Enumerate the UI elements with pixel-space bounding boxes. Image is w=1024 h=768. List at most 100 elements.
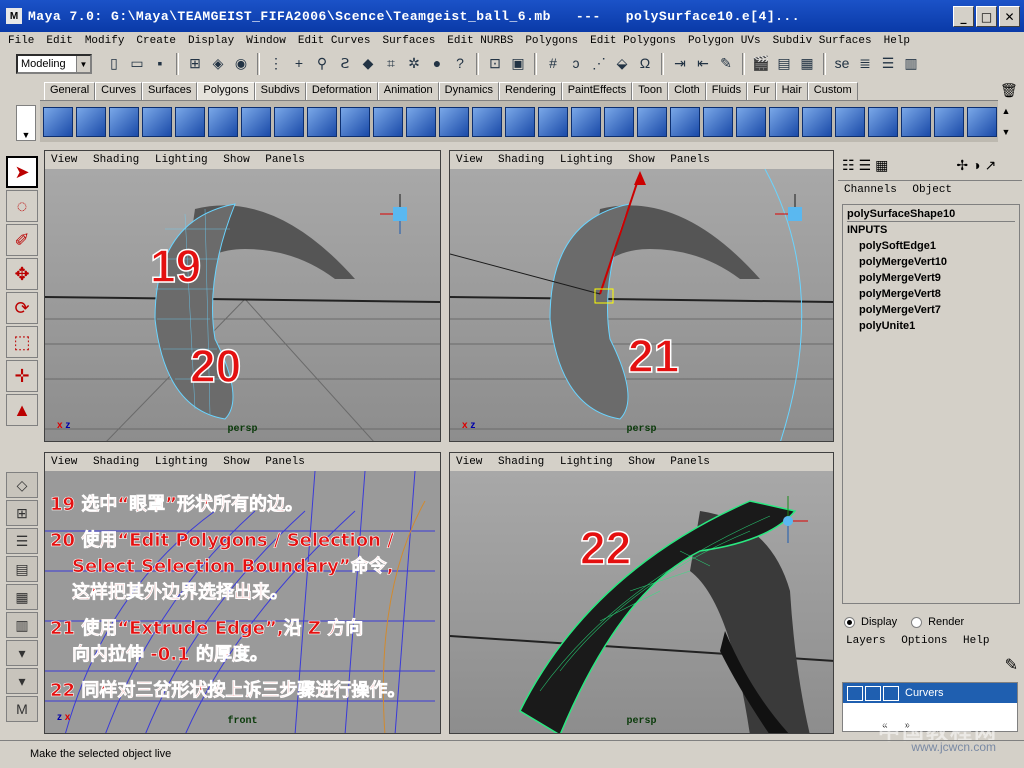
vp-menu-show[interactable]: Show [628, 154, 654, 166]
input-history-icon[interactable]: ⇥ [670, 53, 690, 73]
shelf-tab-surfaces[interactable]: Surfaces [141, 82, 198, 100]
menu-subdiv-surfaces[interactable]: Subdiv Surfaces [773, 35, 872, 47]
boolean-difference-icon[interactable] [439, 106, 469, 137]
vp-menu-panels[interactable]: Panels [265, 154, 305, 166]
dynamics-mask-icon[interactable]: ✲ [404, 53, 424, 73]
vp-menu-shading[interactable]: Shading [498, 154, 544, 166]
construction-history-icon[interactable]: ✎ [716, 53, 736, 73]
poly-cylinder-icon[interactable] [109, 106, 139, 137]
reduce-icon[interactable] [901, 106, 931, 137]
input-node[interactable]: polyMergeVert8 [847, 286, 1015, 302]
vp-menu-view[interactable]: View [51, 456, 77, 468]
make-live-icon[interactable]: Ω [635, 53, 655, 73]
highlight-selection-icon[interactable]: ▣ [508, 53, 528, 73]
select-hierarchy-icon[interactable]: ⊞ [185, 53, 205, 73]
shelf-tab-painteffects[interactable]: PaintEffects [561, 82, 633, 100]
layout-hypershade-icon[interactable]: ▦ [6, 584, 38, 610]
layout-single-icon[interactable]: ◇ [6, 472, 38, 498]
viewport-canvas[interactable]: 21 x z persp [450, 169, 833, 441]
poly-torus-icon[interactable] [208, 106, 238, 137]
layer-name[interactable]: Curvers [905, 687, 944, 699]
smooth-proxy-icon[interactable] [472, 106, 502, 137]
menu-help[interactable]: Help [963, 635, 989, 647]
input-node[interactable]: polyMergeVert10 [847, 254, 1015, 270]
trash-icon[interactable]: 🗑 [1000, 82, 1018, 99]
vp-menu-shading[interactable]: Shading [498, 456, 544, 468]
display-radio[interactable] [844, 616, 855, 628]
viewport-top-right[interactable]: View Shading Lighting Show Panels 21 x z… [449, 150, 834, 442]
smooth-icon[interactable] [505, 106, 535, 137]
layer-type-toggle[interactable] [865, 685, 881, 701]
shelf-tab-cloth[interactable]: Cloth [668, 82, 706, 100]
paint-select-tool-icon[interactable]: ✐ [6, 224, 38, 256]
menu-file[interactable]: File [8, 35, 34, 47]
minimize-button[interactable]: _ [953, 6, 974, 27]
soft-modification-icon[interactable]: ▲ [6, 394, 38, 426]
misc-mask-icon[interactable]: ? [450, 53, 470, 73]
handle-mask-icon[interactable]: + [289, 53, 309, 73]
lasso-tool-icon[interactable]: ◌ [6, 190, 38, 222]
channel-box-view-icon[interactable]: ☷ [842, 157, 855, 174]
viewport-canvas[interactable]: 22 persp [450, 471, 833, 733]
layout-four-view-icon[interactable]: ⊞ [6, 500, 38, 526]
snap-curve-icon[interactable]: ↄ [566, 53, 586, 73]
scroll-down-icon[interactable]: ▼ [1002, 127, 1011, 137]
vp-menu-panels[interactable]: Panels [265, 456, 305, 468]
input-node[interactable]: polyMergeVert9 [847, 270, 1015, 286]
vp-menu-lighting[interactable]: Lighting [155, 154, 208, 166]
vp-menu-shading[interactable]: Shading [93, 154, 139, 166]
open-scene-icon[interactable]: ▭ [127, 53, 147, 73]
save-scene-icon[interactable]: ▪ [150, 53, 170, 73]
attribute-editor-toggle-icon[interactable]: ≣ [855, 53, 875, 73]
select-tool-icon[interactable]: ➤ [6, 156, 38, 188]
input-node[interactable]: polySoftEdge1 [847, 238, 1015, 254]
render-view-icon[interactable]: ◑ [972, 157, 980, 173]
shape-node-name[interactable]: polySurfaceShape10 [847, 208, 1015, 222]
poke-face-icon[interactable] [670, 106, 700, 137]
render-mask-icon[interactable]: ● [427, 53, 447, 73]
vp-menu-lighting[interactable]: Lighting [560, 456, 613, 468]
render-radio[interactable] [911, 616, 923, 628]
scroll-up-icon[interactable]: ▲ [1002, 106, 1011, 116]
snap-grid-icon[interactable]: # [543, 53, 563, 73]
vp-menu-show[interactable]: Show [628, 456, 654, 468]
surface-mask-icon[interactable]: ◆ [358, 53, 378, 73]
poly-pyramid-icon[interactable] [241, 106, 271, 137]
bevel-icon[interactable] [604, 106, 634, 137]
show-manipulator-icon[interactable]: ✢ [956, 157, 968, 174]
quadrangulate-icon[interactable] [967, 106, 997, 137]
poly-cone-icon[interactable] [142, 106, 172, 137]
shelf-tab-toon[interactable]: Toon [632, 82, 669, 100]
menu-polygon-uvs[interactable]: Polygon UVs [688, 35, 761, 47]
menu-polygons[interactable]: Polygons [525, 35, 578, 47]
cut-faces-icon[interactable] [802, 106, 832, 137]
vp-menu-show[interactable]: Show [223, 154, 249, 166]
viewport-canvas[interactable]: 19 20 x z persp [45, 169, 440, 441]
shelf-menu-button[interactable]: ▼ [16, 105, 36, 141]
snap-view-plane-icon[interactable]: ⬙ [612, 53, 632, 73]
menu-edit-nurbs[interactable]: Edit NURBS [447, 35, 513, 47]
layer-color-swatch[interactable] [883, 685, 899, 701]
channel-box-toggle-icon[interactable]: ▥ [901, 53, 921, 73]
vp-menu-lighting[interactable]: Lighting [155, 456, 208, 468]
layer-visibility-toggle[interactable] [847, 685, 863, 701]
shelf-tab-hair[interactable]: Hair [775, 82, 808, 100]
snap-point-icon[interactable]: ⋰ [589, 53, 609, 73]
poly-soccer-ball-icon[interactable] [340, 106, 370, 137]
scale-tool-icon[interactable]: ⬚ [6, 326, 38, 358]
viewport-top-left[interactable]: View Shading Lighting Show Panels 19 20 … [44, 150, 441, 442]
menu-object[interactable]: Object [912, 184, 952, 196]
merge-vertices-icon[interactable] [736, 106, 766, 137]
menu-set-dropdown[interactable]: Modeling ▼ [16, 54, 92, 74]
deformer-mask-icon[interactable]: ⌗ [381, 53, 401, 73]
menu-display[interactable]: Display [188, 35, 234, 47]
shelf-tab-fur[interactable]: Fur [747, 82, 776, 100]
tool-settings-toggle-icon[interactable]: ☰ [878, 53, 898, 73]
maximize-button[interactable]: □ [976, 6, 997, 27]
input-node[interactable]: polyMergeVert7 [847, 302, 1015, 318]
lock-selection-icon[interactable]: ⊡ [485, 53, 505, 73]
move-tool-icon[interactable]: ✥ [6, 258, 38, 290]
render-globals-icon[interactable]: ▦ [797, 53, 817, 73]
menu-channels[interactable]: Channels [844, 184, 897, 196]
universal-manipulator-icon[interactable]: ✛ [6, 360, 38, 392]
